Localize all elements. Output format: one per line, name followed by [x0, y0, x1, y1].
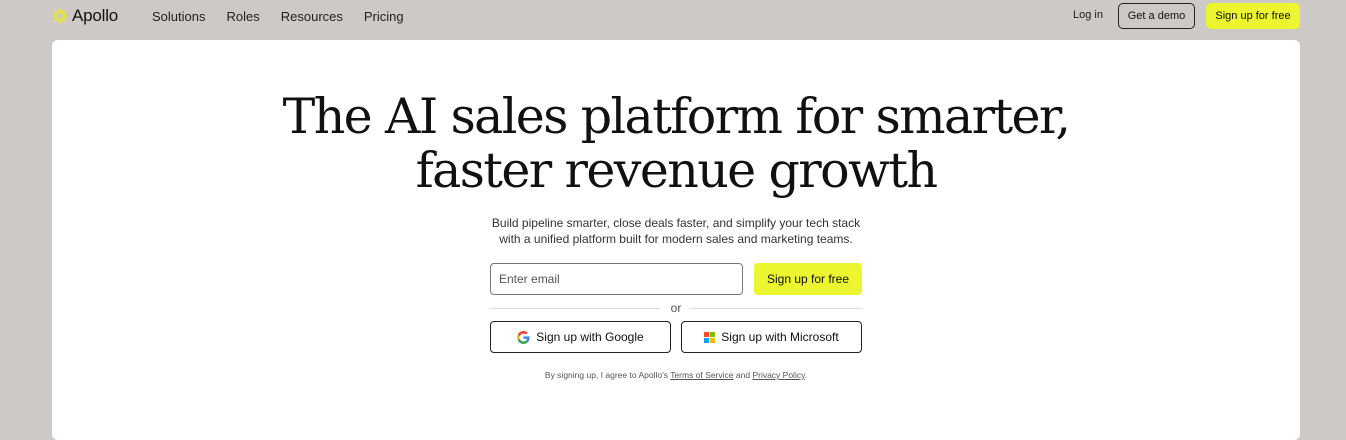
or-divider: or: [490, 300, 862, 316]
nav-link-solutions[interactable]: Solutions: [152, 9, 205, 24]
top-nav: Apollo Solutions Roles Resources Pricing…: [0, 0, 1346, 32]
microsoft-signup-button[interactable]: Sign up with Microsoft: [681, 321, 862, 353]
legal-notice: By signing up, I agree to Apollo's Terms…: [52, 370, 1300, 380]
logo[interactable]: Apollo: [52, 6, 118, 26]
privacy-policy-link[interactable]: Privacy Policy: [752, 370, 804, 380]
login-link[interactable]: Log in: [1073, 9, 1103, 21]
legal-suffix: .: [804, 370, 808, 380]
hero-subtitle-line-1: Build pipeline smarter, close deals fast…: [491, 216, 861, 230]
nav-link-pricing[interactable]: Pricing: [364, 9, 404, 24]
get-demo-button[interactable]: Get a demo: [1118, 3, 1195, 29]
hero-headline-line-1: The AI sales platform for smarter,: [282, 88, 1071, 145]
legal-prefix: By signing up, I agree to Apollo's: [544, 370, 668, 380]
legal-and: and: [735, 370, 751, 380]
hero-subtitle-line-2: with a unified platform built for modern…: [499, 232, 853, 246]
hero-headline-line-2: faster revenue growth: [415, 142, 938, 199]
nav-signup-button[interactable]: Sign up for free: [1206, 3, 1300, 29]
microsoft-signup-label: Sign up with Microsoft: [721, 330, 839, 344]
divider-line-right: [690, 308, 862, 309]
hero-signup-button[interactable]: Sign up for free: [754, 263, 862, 295]
google-g-icon: [517, 330, 530, 344]
nav-links: Solutions Roles Resources Pricing: [152, 9, 425, 24]
apollo-burst-logo-icon: [52, 8, 68, 24]
google-signup-label: Sign up with Google: [536, 330, 644, 344]
hero-headline: The AI sales platform for smarter, faste…: [52, 90, 1300, 198]
nav-link-resources[interactable]: Resources: [281, 9, 343, 24]
hero-subtitle: Build pipeline smarter, close deals fast…: [52, 215, 1300, 247]
logo-text: Apollo: [72, 6, 119, 25]
microsoft-logo-icon: [704, 331, 716, 343]
nav-link-roles[interactable]: Roles: [226, 9, 259, 24]
terms-of-service-link[interactable]: Terms of Service: [670, 370, 733, 380]
hero-card: The AI sales platform for smarter, faste…: [52, 40, 1300, 440]
google-signup-button[interactable]: Sign up with Google: [490, 321, 671, 353]
email-input[interactable]: [490, 263, 743, 295]
